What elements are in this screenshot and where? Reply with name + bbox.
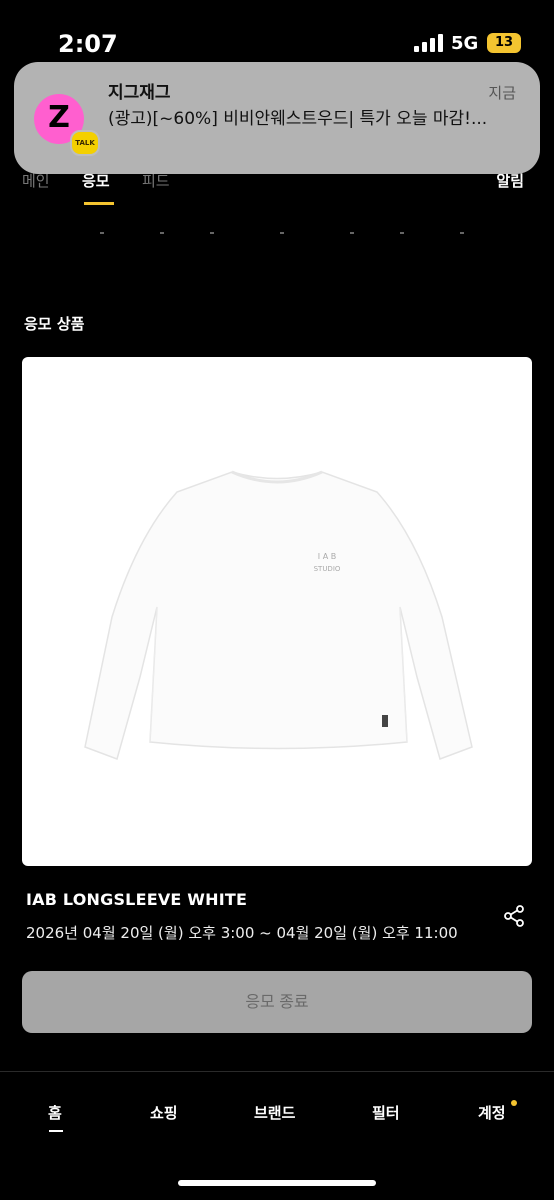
- carousel-dots: [100, 232, 480, 236]
- home-indicator[interactable]: [178, 1180, 376, 1186]
- status-time: 2:07: [58, 30, 118, 58]
- nav-account[interactable]: 계정: [478, 1102, 506, 1123]
- active-tab-indicator: [84, 202, 114, 205]
- signal-icon: [414, 34, 444, 52]
- notification-time: 지금: [488, 84, 516, 102]
- push-notification[interactable]: Z TALK 지그재그 지금 (광고)[~60%] 비비안웨스트우드| 특가 오…: [14, 62, 540, 174]
- nav-brand[interactable]: 브랜드: [254, 1102, 295, 1123]
- kakaotalk-badge-icon: TALK: [70, 130, 100, 156]
- product-image[interactable]: I A B STUDIO: [22, 357, 532, 866]
- notification-body: (광고)[~60%] 비비안웨스트우드| 특가 오늘 마감!...: [108, 109, 488, 129]
- nav-home-indicator: [49, 1130, 63, 1132]
- notification-app-name: 지그재그: [108, 83, 171, 103]
- battery-icon: 13: [487, 33, 521, 53]
- share-icon[interactable]: [502, 904, 526, 928]
- nav-filter[interactable]: 필터: [372, 1102, 400, 1123]
- longsleeve-shirt-image: I A B STUDIO: [84, 470, 473, 760]
- network-type: 5G: [451, 33, 479, 54]
- product-date-range: 2026년 04월 20일 (월) 오후 3:00 ~ 04월 20일 (월) …: [26, 924, 458, 942]
- nav-home[interactable]: 홈: [48, 1102, 62, 1123]
- product-name: IAB LONGSLEEVE WHITE: [26, 890, 248, 909]
- section-title: 응모 상품: [24, 315, 85, 333]
- nav-shopping[interactable]: 쇼핑: [150, 1102, 178, 1123]
- apply-ended-button[interactable]: 응모 종료: [22, 971, 532, 1033]
- print-line2: STUDIO: [314, 565, 341, 573]
- account-notification-dot: [511, 1100, 517, 1106]
- print-line1: I A B: [318, 552, 336, 561]
